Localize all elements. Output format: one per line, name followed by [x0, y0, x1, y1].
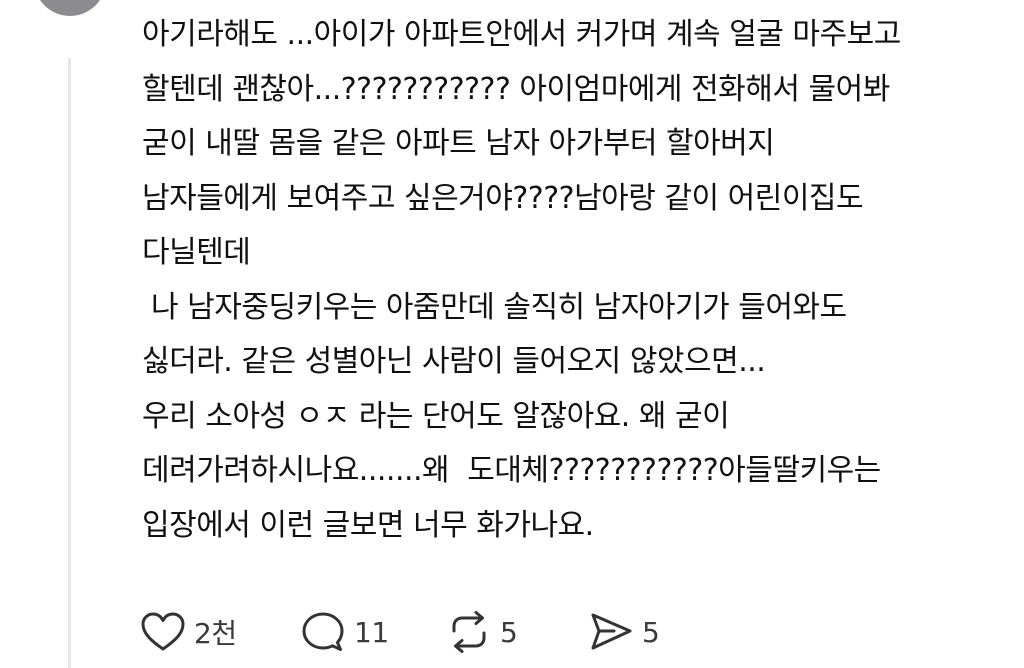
thread-line	[68, 58, 71, 668]
post-body: 아기라해도 ...아이가 아파트안에서 커가며 계속 얼굴 마주보고 할텐데 괜…	[142, 8, 1002, 553]
action-bar: 2천 11 5 5	[138, 606, 660, 658]
repost-button[interactable]: 5	[444, 607, 586, 657]
reply-button[interactable]: 11	[298, 607, 444, 657]
share-count: 5	[642, 615, 660, 649]
post-text-line: 굳이 내딸 몸을 같은 아파트 남자 아가부터 할아버지	[142, 126, 775, 161]
post-text-line: 아기라해도 ...아이가 아파트안에서 커가며 계속 얼굴 마주보고	[142, 17, 901, 52]
post-text-line: 우리 소아성 ㅇㅈ 라는 단어도 알잖아요. 왜 굳이	[142, 398, 730, 434]
heart-icon	[138, 607, 188, 657]
send-icon	[586, 607, 636, 657]
post-text-line: 할텐데 괜찮아...??????????? 아이엄마에게 전화해서 물어봐	[142, 71, 890, 107]
post-text-line: 데려가려하시나요.......왜 도대체???????????아들딸키우는	[142, 453, 881, 488]
like-count: 2천	[194, 617, 237, 650]
post-text-line: 입장에서 이런 글보면 너무 화가나요.	[142, 507, 594, 543]
post-container: 아기라해도 ...아이가 아파트안에서 커가며 계속 얼굴 마주보고 할텐데 괜…	[0, 0, 1024, 668]
post-text-line: 나 남자중딩키우는 아줌만데 솔직히 남자아기가 들어와도	[142, 289, 847, 325]
comment-bubble-icon	[298, 607, 348, 657]
repost-icon	[444, 607, 494, 657]
post-text-line: 남자들에게 보여주고 싶은거야????남아랑 같이 어린이집도	[142, 180, 864, 216]
repost-count: 5	[500, 615, 518, 649]
like-button[interactable]: 2천	[138, 607, 298, 657]
share-button[interactable]: 5	[586, 607, 660, 657]
reply-count: 11	[354, 615, 389, 649]
post-text-line: 싫더라. 같은 성별아닌 사람이 들어오지 않았으면...	[142, 344, 766, 379]
avatar[interactable]	[34, 0, 106, 16]
post-text-line: 다닐텐데	[142, 235, 251, 270]
